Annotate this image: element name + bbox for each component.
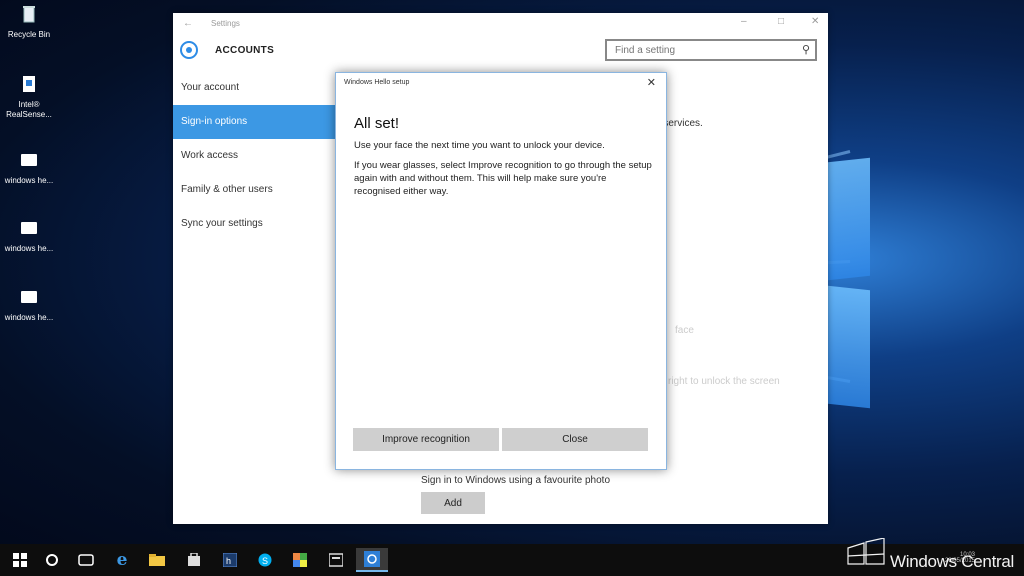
task-view-icon bbox=[78, 554, 94, 566]
sidebar-item-your-account[interactable]: Your account bbox=[173, 71, 335, 105]
close-icon[interactable]: ✕ bbox=[647, 76, 656, 89]
sidebar-item-work-access[interactable]: Work access bbox=[173, 139, 335, 173]
realsense-icon[interactable]: Intel® RealSense... bbox=[2, 74, 56, 120]
desktop-icon-label: windows he... bbox=[4, 244, 54, 253]
file-explorer-button[interactable] bbox=[143, 548, 171, 572]
add-picture-password-button[interactable]: Add bbox=[421, 492, 485, 514]
recycle-bin-icon[interactable]: Recycle Bin bbox=[2, 4, 56, 40]
media-icon bbox=[329, 553, 343, 567]
edge-icon: e bbox=[116, 550, 128, 570]
video-file-icon[interactable]: windows he... bbox=[2, 150, 56, 186]
store-button[interactable] bbox=[180, 548, 208, 572]
folder-icon bbox=[149, 554, 165, 566]
dialog-glasses-message: If you wear glasses, select Improve reco… bbox=[354, 160, 652, 197]
desktop-icon-label: windows he... bbox=[4, 176, 54, 185]
cortana-circle-icon bbox=[46, 554, 58, 566]
sidebar-item-family-other-users[interactable]: Family & other users bbox=[173, 173, 335, 207]
media-button[interactable] bbox=[322, 548, 350, 572]
paint-button[interactable] bbox=[286, 548, 314, 572]
taskbar: e h S 10:03 26/05/2015 Windows Central bbox=[0, 538, 1024, 576]
maximize-icon[interactable]: □ bbox=[778, 16, 784, 27]
windows-hello-dialog: Windows Hello setup ✕ All set! Use your … bbox=[335, 72, 667, 470]
sidebar-item-sign-in-options[interactable]: Sign-in options bbox=[173, 105, 335, 139]
dialog-heading: All set! bbox=[354, 115, 400, 132]
accounts-gear-icon bbox=[180, 41, 198, 59]
improve-recognition-button[interactable]: Improve recognition bbox=[353, 428, 499, 451]
skype-button[interactable]: S bbox=[251, 548, 279, 572]
sidebar-item-label: Your account bbox=[181, 82, 240, 93]
app-icon: h bbox=[223, 553, 237, 567]
minimize-icon[interactable]: – bbox=[741, 16, 747, 27]
desktop-icon-label: windows he... bbox=[4, 313, 54, 322]
unlock-text: right to unlock the screen bbox=[668, 376, 780, 387]
face-text: face bbox=[675, 325, 694, 336]
store-icon bbox=[188, 553, 200, 566]
dialog-message: Use your face the next time you want to … bbox=[354, 140, 605, 151]
desktop-icon-label: Intel® RealSense... bbox=[6, 100, 52, 119]
skype-icon: S bbox=[258, 553, 272, 567]
page-title: ACCOUNTS bbox=[215, 45, 275, 56]
settings-app-icon bbox=[364, 551, 380, 567]
app-button[interactable]: h bbox=[216, 548, 244, 572]
sidebar-item-label: Sync your settings bbox=[181, 218, 263, 229]
windows-central-watermark: Windows Central bbox=[847, 538, 1014, 572]
settings-taskbar-button[interactable] bbox=[356, 548, 388, 572]
dialog-title: Windows Hello setup bbox=[344, 79, 410, 86]
windows-central-logo-icon bbox=[847, 538, 885, 565]
title-bar: ← Settings – □ ✕ bbox=[173, 13, 828, 35]
sidebar-item-label: Sign-in options bbox=[181, 116, 248, 127]
svg-text:h: h bbox=[226, 556, 231, 566]
paint-icon bbox=[293, 553, 307, 567]
watermark-text: Windows Central bbox=[890, 552, 1014, 571]
windows-start-icon bbox=[13, 553, 27, 567]
search-input[interactable] bbox=[613, 44, 797, 57]
svg-text:S: S bbox=[262, 556, 268, 566]
task-view-button[interactable] bbox=[72, 548, 100, 572]
search-box[interactable]: ⚲ bbox=[605, 39, 817, 61]
back-arrow-icon[interactable]: ← bbox=[183, 18, 193, 29]
cortana-button[interactable] bbox=[38, 548, 66, 572]
sidebar-item-label: Family & other users bbox=[181, 184, 273, 195]
video-file-icon[interactable]: windows he... bbox=[2, 287, 56, 323]
close-button[interactable]: Close bbox=[502, 428, 648, 451]
video-file-icon[interactable]: windows he... bbox=[2, 218, 56, 254]
desktop-icon-label: Recycle Bin bbox=[7, 30, 51, 39]
search-icon[interactable]: ⚲ bbox=[802, 43, 810, 56]
settings-header: ACCOUNTS ⚲ bbox=[173, 35, 828, 71]
windows-logo-glow bbox=[828, 157, 870, 281]
sidebar-item-label: Work access bbox=[181, 150, 239, 161]
start-button[interactable] bbox=[6, 548, 34, 572]
picture-password-description: Sign in to Windows using a favourite pho… bbox=[421, 475, 610, 486]
edge-button[interactable]: e bbox=[108, 548, 136, 572]
sidebar-item-sync-settings[interactable]: Sync your settings bbox=[173, 207, 335, 241]
sidebar-nav: Your account Sign-in options Work access… bbox=[173, 71, 335, 241]
window-title: Settings bbox=[211, 19, 240, 28]
close-icon[interactable]: ✕ bbox=[811, 16, 819, 27]
